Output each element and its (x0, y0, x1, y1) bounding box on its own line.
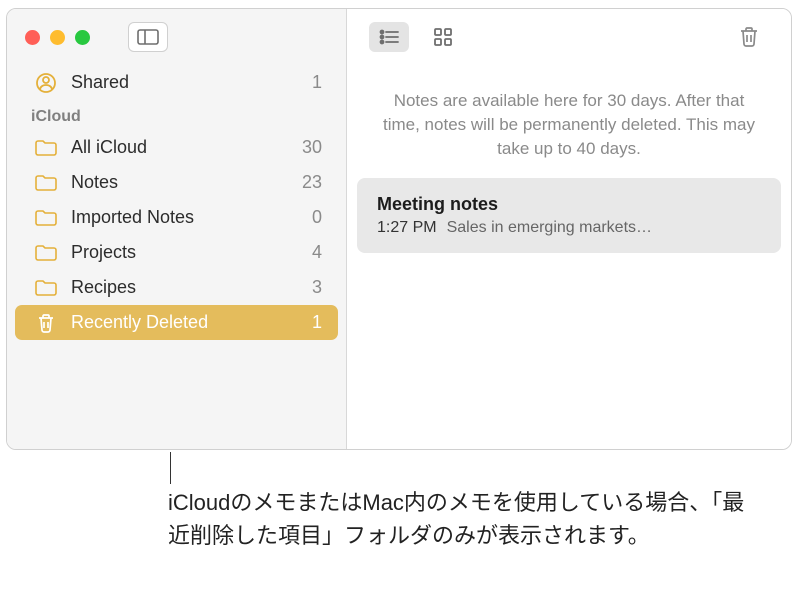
sidebar-item-count: 1 (312, 312, 322, 333)
zoom-button[interactable] (75, 30, 90, 45)
sidebar: Shared 1 iCloud All iCloud 30 (7, 9, 347, 449)
sidebar-item-count: 30 (302, 137, 322, 158)
sidebar-item-label: All iCloud (71, 137, 147, 158)
note-subtitle: 1:27 PM Sales in emerging markets… (377, 219, 761, 237)
app-window: Shared 1 iCloud All iCloud 30 (6, 8, 792, 450)
sidebar-item-notes[interactable]: Notes 23 (7, 165, 346, 200)
main-panel: Notes are available here for 30 days. Af… (347, 9, 791, 449)
note-list-item[interactable]: Meeting notes 1:27 PM Sales in emerging m… (357, 178, 781, 253)
toggle-sidebar-button[interactable] (128, 22, 168, 52)
sidebar-icon (137, 29, 159, 45)
sidebar-item-count: 4 (312, 242, 322, 263)
callout-text: iCloudのメモまたはMac内のメモを使用している場合、「最近削除した項目」フ… (168, 486, 748, 552)
callout-line (170, 452, 171, 484)
sidebar-item-count: 23 (302, 172, 322, 193)
sidebar-item-all-icloud[interactable]: All iCloud 30 (7, 130, 346, 165)
sidebar-item-count: 3 (312, 277, 322, 298)
sidebar-section-header: iCloud (7, 100, 346, 130)
sidebar-item-label: Recipes (71, 277, 136, 298)
sidebar-item-shared[interactable]: Shared 1 (7, 65, 346, 100)
close-button[interactable] (25, 30, 40, 45)
trash-icon (739, 26, 759, 48)
list-icon (379, 29, 399, 45)
shared-icon (35, 73, 57, 93)
info-text: Notes are available here for 30 days. Af… (347, 65, 791, 178)
toolbar (347, 9, 791, 65)
folder-icon (35, 244, 57, 262)
gallery-view-button[interactable] (423, 22, 463, 52)
sidebar-content: Shared 1 iCloud All iCloud 30 (7, 65, 346, 449)
note-time: 1:27 PM (377, 219, 437, 236)
list-view-button[interactable] (369, 22, 409, 52)
folder-icon (35, 174, 57, 192)
sidebar-item-projects[interactable]: Projects 4 (7, 235, 346, 270)
sidebar-item-count: 0 (312, 207, 322, 228)
sidebar-item-imported-notes[interactable]: Imported Notes 0 (7, 200, 346, 235)
traffic-lights (25, 30, 90, 45)
trash-icon (35, 313, 57, 333)
folder-icon (35, 209, 57, 227)
sidebar-item-recently-deleted[interactable]: Recently Deleted 1 (15, 305, 338, 340)
sidebar-item-count: 1 (312, 72, 322, 93)
sidebar-item-label: Projects (71, 242, 136, 263)
note-preview: Sales in emerging markets… (447, 219, 652, 236)
delete-button[interactable] (729, 22, 769, 52)
folder-icon (35, 139, 57, 157)
sidebar-item-label: Imported Notes (71, 207, 194, 228)
sidebar-item-label: Recently Deleted (71, 312, 208, 333)
note-title: Meeting notes (377, 194, 761, 215)
folder-icon (35, 279, 57, 297)
minimize-button[interactable] (50, 30, 65, 45)
grid-icon (433, 27, 453, 47)
sidebar-item-recipes[interactable]: Recipes 3 (7, 270, 346, 305)
sidebar-item-label: Shared (71, 72, 129, 93)
sidebar-item-label: Notes (71, 172, 118, 193)
titlebar (7, 9, 346, 65)
